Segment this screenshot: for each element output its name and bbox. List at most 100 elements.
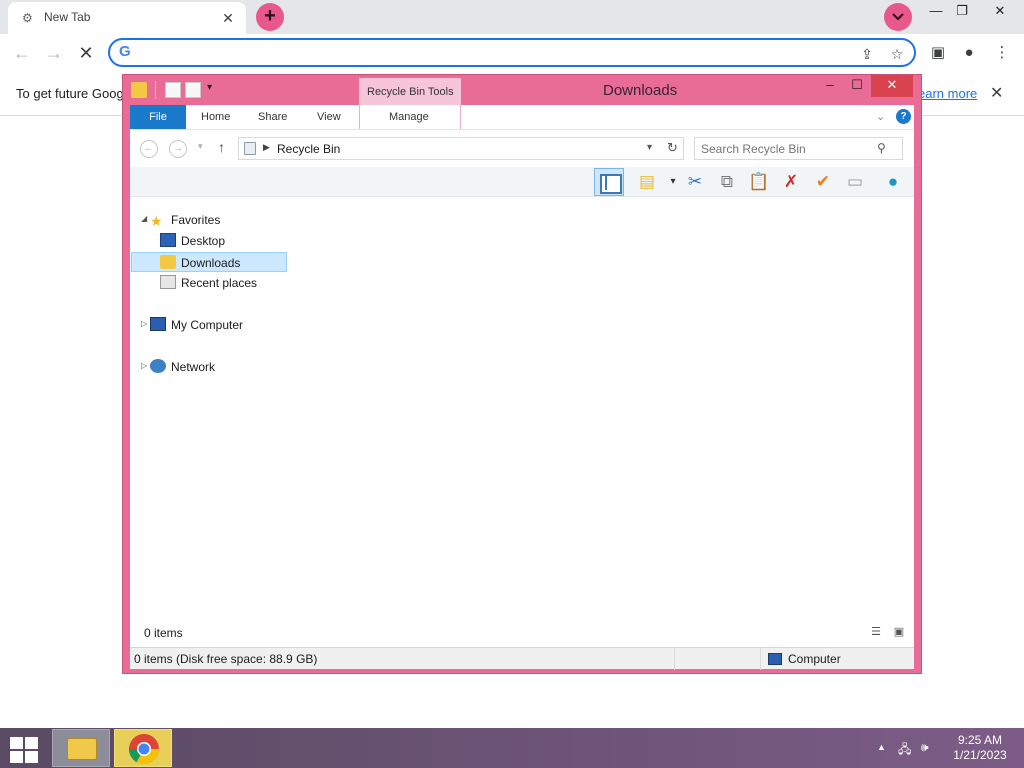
tab-manage[interactable]: Manage	[389, 111, 429, 123]
explorer-back-button[interactable]: ←	[140, 140, 158, 158]
copy-icon[interactable]: ⧉	[714, 170, 740, 194]
network-icon	[150, 359, 166, 373]
back-button[interactable]: ←	[9, 40, 35, 66]
address-dropdown-icon[interactable]: ▾	[647, 142, 652, 153]
infobar-close-icon[interactable]: ✕	[990, 83, 1003, 103]
nav-network-label: Network	[171, 360, 216, 374]
cut-icon[interactable]: ✂	[682, 170, 708, 194]
explorer-address-bar[interactable]: ▶ Recycle Bin ▾ ↻	[238, 137, 684, 160]
computer-icon	[768, 653, 782, 665]
delete-icon[interactable]: ✗	[778, 170, 804, 194]
refresh-icon[interactable]: ↻	[667, 140, 678, 156]
search-input[interactable]	[701, 141, 871, 157]
navigation-pane: ◢ ★ Favorites Desktop Downloads Recent pl…	[130, 197, 290, 617]
taskbar-chrome[interactable]	[114, 729, 172, 767]
tab-file[interactable]: File	[130, 105, 186, 129]
explorer-forward-button[interactable]: →	[169, 140, 187, 158]
window-title: Downloads	[603, 82, 678, 99]
select-icon[interactable]: ▭	[842, 170, 868, 194]
file-explorer-icon	[67, 738, 97, 760]
network-expand-icon[interactable]: ▷	[141, 361, 147, 370]
tab-search-button[interactable]	[884, 3, 912, 31]
nav-network[interactable]: Network	[150, 357, 215, 377]
properties-folder-icon[interactable]: ▤	[634, 170, 660, 194]
clock-time: 9:25 AM	[957, 733, 1003, 747]
ribbon-tabs: File Home Share View Manage ⌄ ?	[130, 105, 914, 129]
show-hidden-icons[interactable]: ▲	[877, 742, 886, 752]
infobar-message: To get future Goog	[16, 86, 124, 101]
tab-home[interactable]: Home	[201, 111, 230, 123]
nav-desktop[interactable]: Desktop	[160, 231, 225, 251]
tab-new-tab[interactable]: ⚙ New Tab ✕	[8, 2, 246, 34]
favorites-collapse-icon[interactable]: ◢	[141, 214, 147, 223]
nav-recent-places[interactable]: Recent places	[160, 273, 257, 293]
nav-downloads[interactable]: Downloads	[131, 252, 287, 272]
bookmark-star-icon[interactable]: ☆	[888, 45, 906, 63]
properties-icon[interactable]	[165, 82, 181, 98]
breadcrumb-location[interactable]: Recycle Bin	[277, 142, 340, 156]
tab-view[interactable]: View	[317, 111, 341, 123]
explorer-window: ▾ Recycle Bin Tools Downloads – ☐ ✕ File…	[122, 74, 922, 674]
expand-ribbon-icon[interactable]: ⌄	[876, 110, 885, 123]
status-separator	[760, 648, 761, 670]
network-tray-icon[interactable]: 🖧	[898, 740, 911, 761]
search-icon[interactable]: ⚲	[877, 141, 886, 155]
tab-close-icon[interactable]: ✕	[218, 8, 238, 28]
recycle-bin-icon	[244, 142, 256, 155]
contextual-tab-label: Recycle Bin Tools	[367, 86, 454, 98]
new-tab-button[interactable]: +	[256, 3, 284, 31]
network-globe-icon[interactable]: ●	[880, 170, 906, 194]
nav-favorites[interactable]: ★ Favorites	[150, 210, 220, 230]
recent-locations-icon[interactable]: ▾	[198, 141, 203, 152]
navigation-pane-button[interactable]	[594, 168, 624, 196]
close-browser-button[interactable]: ✕	[986, 2, 1014, 22]
learn-more-link[interactable]: earn more	[918, 86, 977, 101]
nav-recent-label: Recent places	[181, 276, 258, 290]
command-bar: ▤ ▾ ✂ ⧉ 📋 ✗ ✔ ▭ ●	[130, 167, 914, 197]
system-clock[interactable]: 9:25 AM 1/21/2023	[946, 733, 1014, 763]
minimize-browser-button[interactable]: —	[922, 2, 950, 22]
downloads-folder-icon	[160, 255, 176, 269]
status-bar: 0 items (Disk free space: 88.9 GB) Compu…	[130, 647, 914, 670]
forward-button[interactable]: →	[41, 40, 67, 66]
status-location: Computer	[788, 652, 841, 666]
details-view-icon[interactable]: ☰	[868, 625, 884, 639]
restore-browser-button[interactable]: ❐	[948, 2, 976, 22]
customize-qat-icon[interactable]: ▾	[207, 82, 212, 93]
side-panel-icon[interactable]: ▣	[928, 43, 948, 63]
taskbar-file-explorer[interactable]	[52, 729, 110, 767]
search-box[interactable]: ⚲	[694, 137, 903, 160]
clock-date: 1/21/2023	[953, 748, 1007, 762]
volume-icon[interactable]: 🕪	[921, 740, 929, 755]
breadcrumb-arrow-icon[interactable]: ▶	[263, 142, 270, 153]
large-icons-view-icon[interactable]: ▣	[891, 625, 907, 639]
desktop-icon	[160, 233, 176, 247]
new-folder-icon[interactable]	[185, 82, 201, 98]
tab-share[interactable]: Share	[258, 111, 287, 123]
chrome-menu-icon[interactable]: ⋮	[992, 43, 1012, 63]
chrome-icon	[129, 734, 159, 765]
file-list-area[interactable]	[290, 197, 914, 627]
minimize-window-button[interactable]: –	[819, 75, 841, 97]
rename-check-icon[interactable]: ✔	[810, 170, 836, 194]
profile-avatar[interactable]: ●	[959, 43, 979, 63]
recycle-bin-tools-tab: Recycle Bin Tools	[359, 78, 461, 105]
nav-my-computer[interactable]: My Computer	[150, 315, 243, 335]
stop-loading-button[interactable]: ✕	[73, 40, 99, 66]
nav-desktop-label: Desktop	[181, 234, 226, 248]
chevron-down-icon	[892, 13, 904, 21]
share-icon[interactable]: ⇪	[858, 45, 876, 63]
maximize-window-button[interactable]: ☐	[845, 75, 869, 97]
address-bar[interactable]: G ⇪ ☆	[108, 38, 916, 67]
paste-icon[interactable]: 📋	[746, 170, 772, 194]
up-arrow-icon[interactable]: ↑	[218, 139, 225, 155]
tab-title: New Tab	[44, 10, 91, 24]
nav-favorites-label: Favorites	[171, 213, 221, 227]
my-computer-expand-icon[interactable]: ▷	[141, 319, 147, 328]
close-window-button[interactable]: ✕	[871, 75, 913, 97]
google-icon: G	[119, 43, 131, 60]
start-button[interactable]	[8, 736, 38, 763]
help-icon[interactable]: ?	[896, 109, 911, 124]
nav-downloads-label: Downloads	[181, 256, 241, 270]
explorer-titlebar[interactable]: ▾ Recycle Bin Tools Downloads – ☐ ✕	[123, 75, 921, 105]
